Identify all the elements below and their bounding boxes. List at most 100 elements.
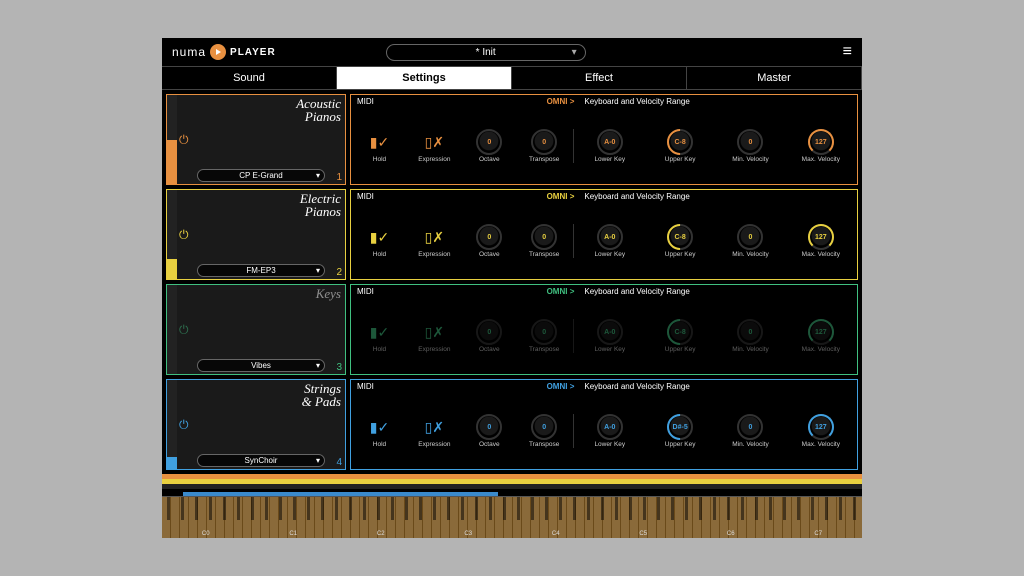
transpose-control[interactable]: 0 Transpose — [518, 414, 571, 448]
octave-control[interactable]: 0 Octave — [463, 414, 516, 448]
upper-key-control[interactable]: C-8 Upper Key — [646, 224, 714, 258]
min--velocity-control[interactable]: 0 Min. Velocity — [716, 414, 784, 448]
knob[interactable]: 0 — [737, 129, 763, 155]
slot-number: 3 — [336, 362, 342, 373]
octave-control[interactable]: 0 Octave — [463, 319, 516, 353]
slot-1[interactable]: ⏻ AcousticPianos CP E-Grand 1 — [166, 94, 346, 185]
control-label: Octave — [479, 156, 500, 163]
tab-settings[interactable]: Settings — [337, 67, 512, 89]
hold-pedal[interactable]: ▮✓ Hold — [353, 129, 406, 163]
transpose-control[interactable]: 0 Transpose — [518, 319, 571, 353]
omni-button[interactable]: OMNI > — [547, 287, 575, 296]
pedal-icon[interactable]: ▯✗ — [423, 129, 445, 155]
knob[interactable]: D#-5 — [667, 414, 693, 440]
upper-key-control[interactable]: D#-5 Upper Key — [646, 414, 714, 448]
midi-label: MIDI — [357, 192, 374, 201]
menu-icon[interactable]: ≡ — [843, 43, 852, 61]
knob[interactable]: C-8 — [667, 129, 693, 155]
expression-pedal[interactable]: ▯✗ Expression — [408, 414, 461, 448]
knob[interactable]: 0 — [737, 224, 763, 250]
slot-preset-selector[interactable]: CP E-Grand — [197, 169, 325, 182]
min--velocity-control[interactable]: 0 Min. Velocity — [716, 224, 784, 258]
knob[interactable]: 127 — [808, 129, 834, 155]
pedal-icon[interactable]: ▮✓ — [368, 224, 390, 250]
control-label: Max. Velocity — [802, 346, 840, 353]
pedal-icon[interactable]: ▮✓ — [368, 129, 390, 155]
slot-4[interactable]: ⏻ Strings& Pads SynChoir 4 — [166, 379, 346, 470]
knob[interactable]: 127 — [808, 414, 834, 440]
tab-master[interactable]: Master — [687, 67, 862, 89]
knob[interactable]: 0 — [531, 224, 557, 250]
knob[interactable]: 0 — [476, 319, 502, 345]
power-icon[interactable]: ⏻ — [179, 227, 189, 242]
pedal-icon[interactable]: ▮✓ — [368, 319, 390, 345]
hold-pedal[interactable]: ▮✓ Hold — [353, 224, 406, 258]
pedal-icon[interactable]: ▯✗ — [423, 319, 445, 345]
transpose-control[interactable]: 0 Transpose — [518, 224, 571, 258]
max--velocity-control[interactable]: 127 Max. Velocity — [787, 414, 855, 448]
knob[interactable]: C-8 — [667, 319, 693, 345]
knob[interactable]: 0 — [531, 414, 557, 440]
knob[interactable]: 0 — [476, 224, 502, 250]
omni-button[interactable]: OMNI > — [547, 382, 575, 391]
min--velocity-control[interactable]: 0 Min. Velocity — [716, 319, 784, 353]
lower-key-control[interactable]: A-0 Lower Key — [576, 224, 644, 258]
pedal-icon[interactable]: ▯✗ — [423, 414, 445, 440]
lower-key-control[interactable]: A-0 Lower Key — [576, 129, 644, 163]
hold-pedal[interactable]: ▮✓ Hold — [353, 319, 406, 353]
knob[interactable]: 0 — [476, 129, 502, 155]
octave-control[interactable]: 0 Octave — [463, 129, 516, 163]
power-icon[interactable]: ⏻ — [179, 132, 189, 147]
settings-row-3: MIDI OMNI > Keyboard and Velocity Range … — [350, 284, 858, 375]
expression-pedal[interactable]: ▯✗ Expression — [408, 319, 461, 353]
knob[interactable]: 0 — [531, 319, 557, 345]
keyboard[interactable]: C0C1C2C3C4C5C6C7 — [162, 496, 862, 538]
lower-key-control[interactable]: A-0 Lower Key — [576, 414, 644, 448]
max--velocity-control[interactable]: 127 Max. Velocity — [787, 224, 855, 258]
lower-key-control[interactable]: A-0 Lower Key — [576, 319, 644, 353]
omni-button[interactable]: OMNI > — [547, 192, 575, 201]
hold-pedal[interactable]: ▮✓ Hold — [353, 414, 406, 448]
min--velocity-control[interactable]: 0 Min. Velocity — [716, 129, 784, 163]
knob[interactable]: A-0 — [597, 319, 623, 345]
knob[interactable]: 127 — [808, 224, 834, 250]
upper-key-control[interactable]: C-8 Upper Key — [646, 129, 714, 163]
knob[interactable]: 0 — [531, 129, 557, 155]
max--velocity-control[interactable]: 127 Max. Velocity — [787, 129, 855, 163]
knob[interactable]: C-8 — [667, 224, 693, 250]
tab-effect[interactable]: Effect — [512, 67, 687, 89]
knob[interactable]: A-0 — [597, 129, 623, 155]
control-label: Octave — [479, 346, 500, 353]
preset-selector[interactable]: * Init — [386, 44, 586, 61]
range-label: Keyboard and Velocity Range — [574, 97, 851, 106]
slot-preset-selector[interactable]: Vibes — [197, 359, 325, 372]
expression-pedal[interactable]: ▯✗ Expression — [408, 224, 461, 258]
slot-meter — [167, 95, 177, 184]
knob[interactable]: 0 — [737, 414, 763, 440]
slot-3[interactable]: ⏻ Keys Vibes 3 — [166, 284, 346, 375]
knob[interactable]: A-0 — [597, 414, 623, 440]
pedal-icon[interactable]: ▯✗ — [423, 224, 445, 250]
slot-2[interactable]: ⏻ ElectricPianos FM-EP3 2 — [166, 189, 346, 280]
row-header: MIDI OMNI > Keyboard and Velocity Range — [351, 380, 857, 393]
expression-pedal[interactable]: ▯✗ Expression — [408, 129, 461, 163]
control-label: Upper Key — [665, 156, 696, 163]
power-icon[interactable]: ⏻ — [179, 417, 189, 432]
octave-marker: C7 — [814, 531, 822, 537]
knob[interactable]: 127 — [808, 319, 834, 345]
knob[interactable]: 0 — [476, 414, 502, 440]
control-label: Expression — [418, 251, 450, 258]
upper-key-control[interactable]: C-8 Upper Key — [646, 319, 714, 353]
slot-preset-selector[interactable]: FM-EP3 — [197, 264, 325, 277]
transpose-control[interactable]: 0 Transpose — [518, 129, 571, 163]
omni-button[interactable]: OMNI > — [547, 97, 575, 106]
pedal-icon[interactable]: ▮✓ — [368, 414, 390, 440]
knob[interactable]: A-0 — [597, 224, 623, 250]
knob[interactable]: 0 — [737, 319, 763, 345]
slot-preset-selector[interactable]: SynChoir — [197, 454, 325, 467]
power-icon[interactable]: ⏻ — [179, 322, 189, 337]
octave-control[interactable]: 0 Octave — [463, 224, 516, 258]
slot-meter — [167, 190, 177, 279]
tab-sound[interactable]: Sound — [162, 67, 337, 89]
max--velocity-control[interactable]: 127 Max. Velocity — [787, 319, 855, 353]
